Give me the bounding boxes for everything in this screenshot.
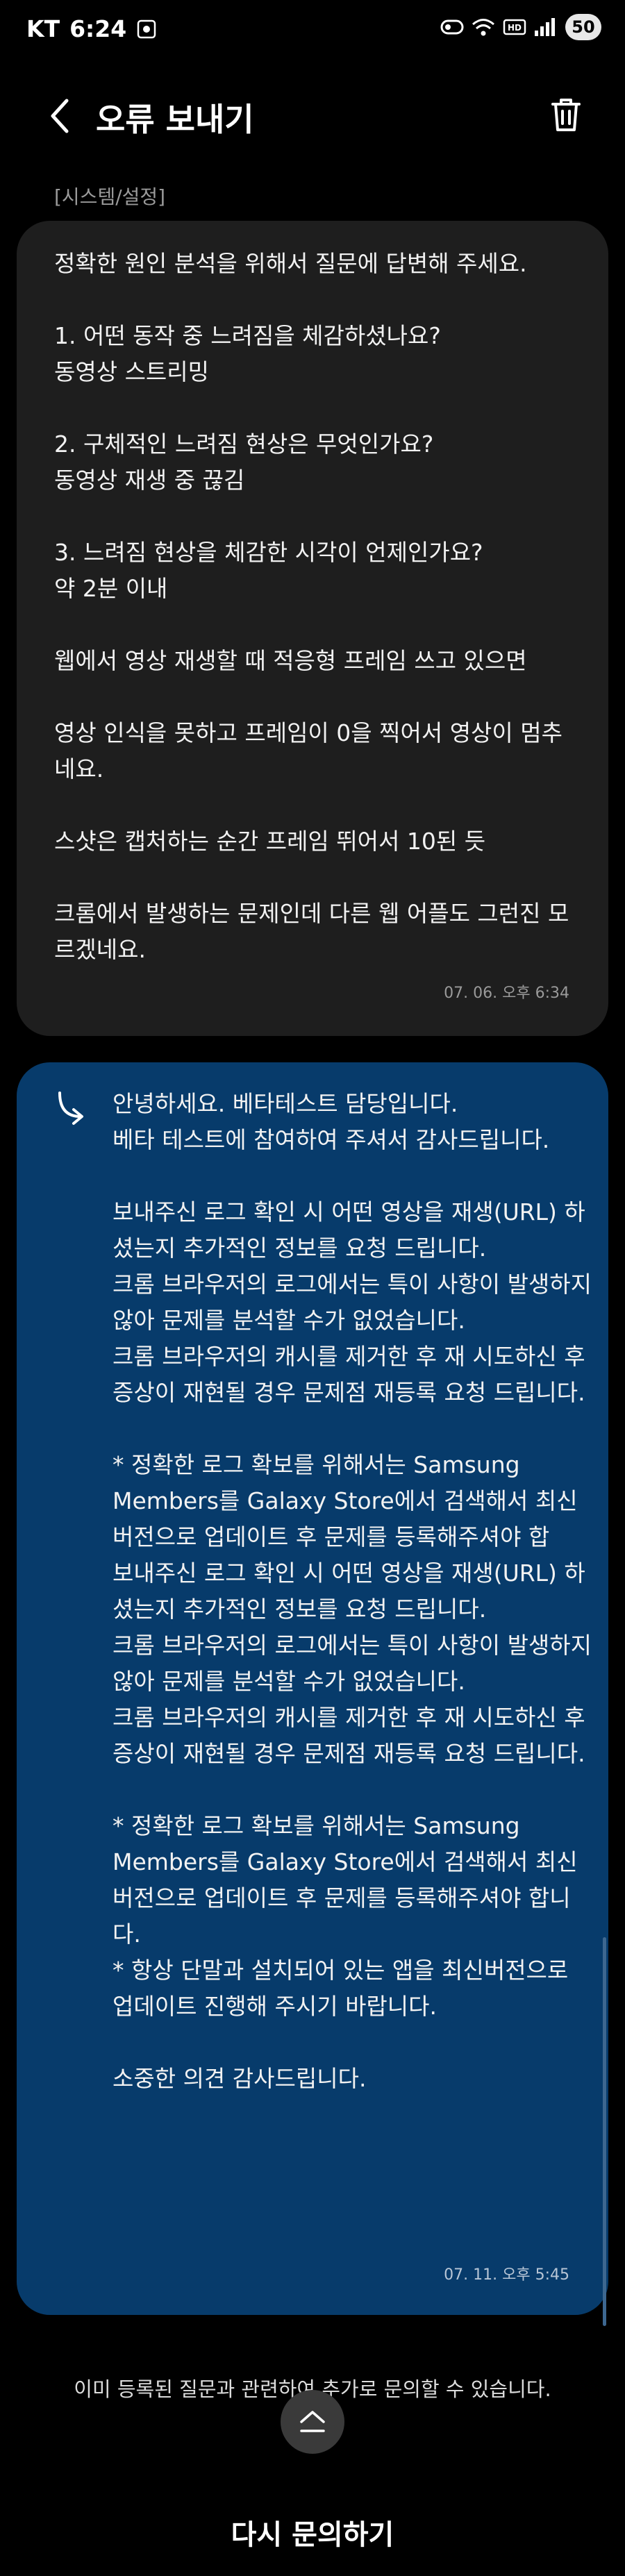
category-label: [시스템/설정] [54,185,166,208]
back-button[interactable] [39,92,81,140]
scrollbar[interactable] [603,1937,606,2326]
scroll-to-top-button[interactable] [281,2390,344,2454]
error-report-screen: KT 6:24 HD 50 오류 보내기 [시스템/설정] 정확한 원인 분석을… [0,0,625,2576]
chevron-left-icon [51,99,69,133]
signal-icon [533,17,558,37]
answer-text: 안녕하세요. 베타테스트 담당입니다. 베타 테스트에 참여하여 주셔서 감사드… [112,1090,592,2092]
svg-text:HD: HD [508,23,522,33]
status-right: HD 50 [440,14,601,40]
answer-card: 안녕하세요. 베타테스트 담당입니다. 베타 테스트에 참여하여 주셔서 감사드… [17,1062,608,2315]
app-header: 오류 보내기 [0,76,625,153]
alarm-icon [440,17,464,37]
delete-button[interactable] [542,90,590,139]
question-text: 정확한 원인 분석을 위해서 질문에 답변해 주세요. 1. 어떤 동작 중 느… [54,250,569,963]
chevron-up-icon [300,2411,325,2432]
bottom-action-bar: 다시 문의하기 [0,2484,625,2576]
status-left: KT 6:24 [26,15,157,42]
answer-date: 07. 11. 오후 5:45 [444,2266,569,2284]
screen-capture-icon [136,19,157,40]
trash-icon [551,99,581,131]
hd-voice-icon: HD [503,17,526,37]
reply-arrow-icon [58,1092,83,1125]
inquire-again-button[interactable]: 다시 문의하기 [0,2512,625,2552]
status-bar: KT 6:24 HD 50 [0,0,625,62]
clock-time: 6:24 [69,15,127,42]
battery-icon: 50 [565,14,601,40]
wifi-icon [471,17,496,37]
question-date: 07. 06. 오후 6:34 [444,985,569,1002]
carrier-label: KT [26,15,60,42]
page-title: 오류 보내기 [96,101,254,138]
question-card: 정확한 원인 분석을 위해서 질문에 답변해 주세요. 1. 어떤 동작 중 느… [17,221,608,1036]
